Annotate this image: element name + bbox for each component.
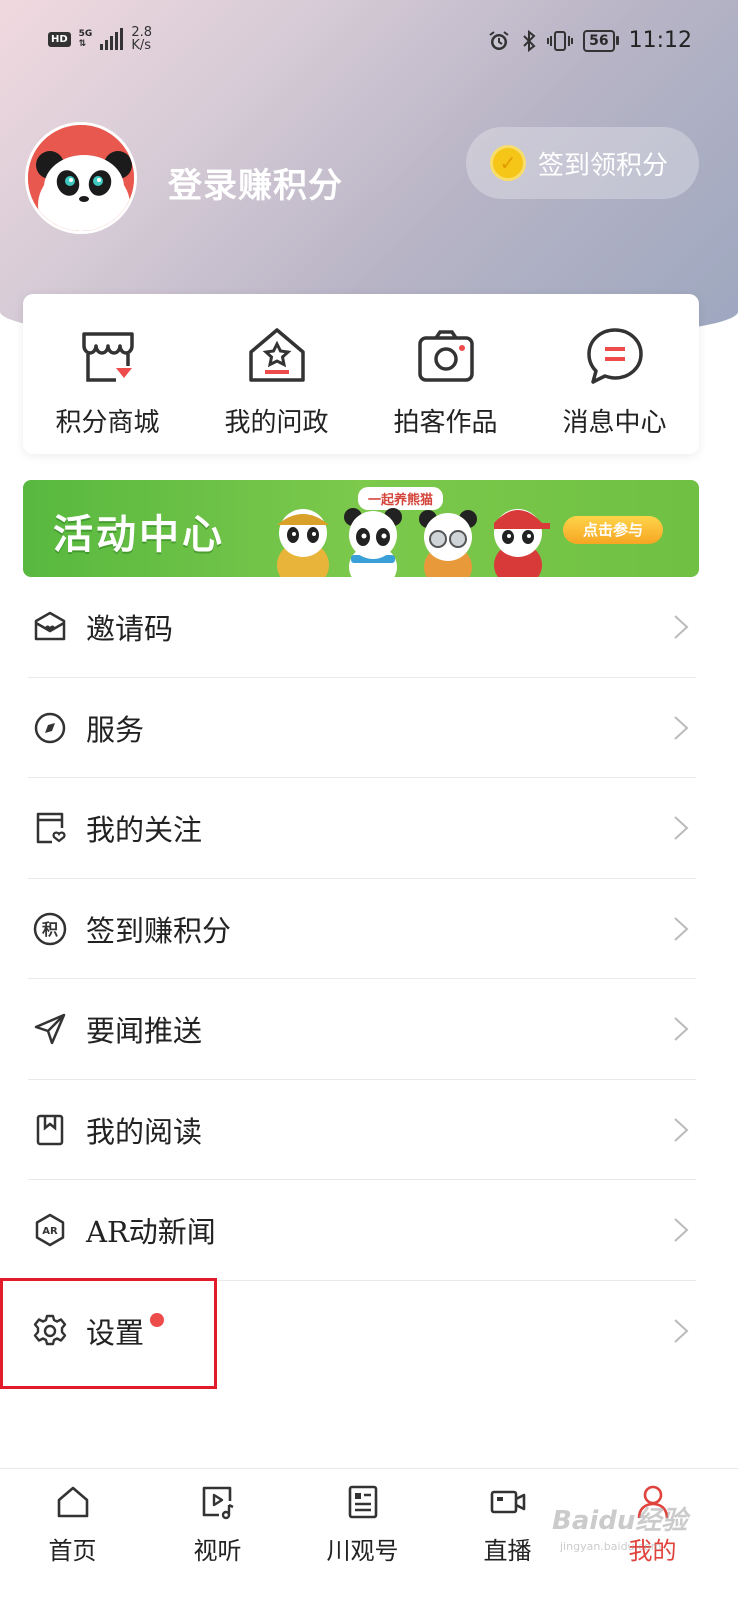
ar-icon: AR <box>35 1214 65 1247</box>
banner-cta-button[interactable]: 点击参与 <box>563 516 663 544</box>
tab-media[interactable]: 视听 <box>145 1469 290 1600</box>
menu-item-label: 我的阅读 <box>86 1114 203 1149</box>
hd-badge: HD <box>48 31 71 47</box>
points-icon: 积 <box>33 912 67 945</box>
activity-center-banner[interactable]: 活动中心 一起养熊猫 点击参与 <box>23 480 699 577</box>
status-left: HD 5G ⇅ 2.8 K/s <box>48 26 152 52</box>
panda-scarf-icon <box>344 508 402 577</box>
compass-icon <box>34 712 66 743</box>
chat-bubble-icon <box>586 328 643 384</box>
chevron-right-icon <box>674 716 689 740</box>
battery-tip <box>615 36 619 45</box>
status-bar: HD 5G ⇅ 2.8 K/s 56 11:12 <box>0 0 738 84</box>
tab-label: 川观号 <box>326 1537 399 1565</box>
send-icon <box>34 1014 66 1045</box>
menu-item-invite-code[interactable]: 邀请码 <box>0 577 738 678</box>
chevron-right-icon <box>674 816 689 840</box>
camera-icon <box>417 330 474 382</box>
chevron-right-icon <box>674 1319 689 1343</box>
tab-home[interactable]: 首页 <box>0 1469 145 1600</box>
bookmark-book-icon <box>36 1114 64 1145</box>
chevron-right-icon <box>674 1118 689 1142</box>
avatar[interactable] <box>25 122 137 234</box>
quick-item-my-inquiry[interactable]: 我的问政 <box>192 294 361 454</box>
ar-icon-text: AR <box>42 1226 58 1237</box>
net-speed: 2.8 K/s <box>131 26 152 52</box>
bluetooth-icon <box>523 29 536 52</box>
banner-title: 活动中心 <box>53 512 225 558</box>
battery-level: 56 <box>583 29 615 52</box>
checkin-button-label: 签到领积分 <box>538 150 669 181</box>
follow-card-icon <box>36 813 66 844</box>
panda-red-cap-icon <box>494 509 550 577</box>
chevron-right-icon <box>674 615 689 639</box>
watermark-logo: Baidu经验 <box>552 1506 688 1536</box>
net-speed-unit: K/s <box>131 38 152 53</box>
checkin-button[interactable]: ✓ 签到领积分 <box>466 127 699 199</box>
profile-card-icon <box>348 1485 377 1519</box>
menu-item-my-follows[interactable]: 我的关注 <box>0 778 738 879</box>
battery-indicator: 56 <box>583 29 619 52</box>
menu-item-services[interactable]: 服务 <box>0 678 738 778</box>
chevron-right-icon <box>674 1218 689 1242</box>
signal-icon <box>100 28 124 50</box>
alarm-icon <box>489 30 509 50</box>
menu-item-checkin-points[interactable]: 积 签到赚积分 <box>0 879 738 979</box>
quick-item-label: 消息中心 <box>562 408 667 438</box>
menu-item-label: AR动新闻 <box>86 1215 216 1250</box>
settings-highlight-annotation <box>0 1278 217 1389</box>
tab-chuanguan[interactable]: 川观号 <box>290 1469 435 1600</box>
house-star-icon <box>248 328 305 382</box>
network-type: 5G ⇅ <box>79 29 93 49</box>
chevron-right-icon <box>674 917 689 941</box>
chevron-right-icon <box>674 1017 689 1041</box>
points-icon-text: 积 <box>42 920 58 939</box>
panda-explorer-icon <box>277 509 329 577</box>
menu-item-my-reading[interactable]: 我的阅读 <box>0 1080 738 1180</box>
menu-item-label: 服务 <box>86 712 145 747</box>
quick-access-card: 积分商城 我的问政 拍客作品 消息中心 <box>23 294 699 454</box>
menu-item-label: 我的关注 <box>86 813 203 848</box>
watermark-url: jingyan.baidu.com <box>560 1540 662 1553</box>
menu-item-ar-news[interactable]: AR AR动新闻 <box>0 1180 738 1281</box>
transfer-arrows-icon: ⇅ <box>78 39 87 49</box>
tab-label: 直播 <box>483 1537 532 1565</box>
quick-item-photo-works[interactable]: 拍客作品 <box>361 294 530 454</box>
coin-check-icon: ✓ <box>490 145 526 181</box>
network-type-label: 5G <box>78 29 93 39</box>
menu-list: 邀请码 服务 我的关注 积 签到赚积分 要闻推送 我的阅读 AR AR动新闻 设… <box>0 577 738 1381</box>
media-icon <box>202 1486 234 1520</box>
quick-item-label: 积分商城 <box>55 408 160 438</box>
login-prompt[interactable]: 登录赚积分 <box>168 158 343 207</box>
home-icon <box>57 1486 88 1518</box>
menu-item-label: 签到赚积分 <box>86 913 232 948</box>
menu-item-news-push[interactable]: 要闻推送 <box>0 979 738 1080</box>
video-camera-icon <box>490 1490 525 1514</box>
quick-item-points-mall[interactable]: 积分商城 <box>23 294 192 454</box>
envelope-heart-icon <box>34 612 66 641</box>
quick-item-label: 拍客作品 <box>393 408 498 438</box>
menu-item-label: 要闻推送 <box>86 1014 203 1049</box>
vibrate-icon <box>547 30 574 51</box>
quick-item-message-center[interactable]: 消息中心 <box>530 294 699 454</box>
panda-glasses-icon <box>419 510 477 577</box>
quick-item-label: 我的问政 <box>224 408 329 438</box>
status-time: 11:12 <box>628 28 692 53</box>
tab-label: 首页 <box>48 1537 97 1565</box>
tab-label: 视听 <box>193 1537 242 1565</box>
menu-item-label: 邀请码 <box>86 612 174 647</box>
status-right: 56 11:12 <box>487 28 692 53</box>
store-icon <box>81 332 134 382</box>
